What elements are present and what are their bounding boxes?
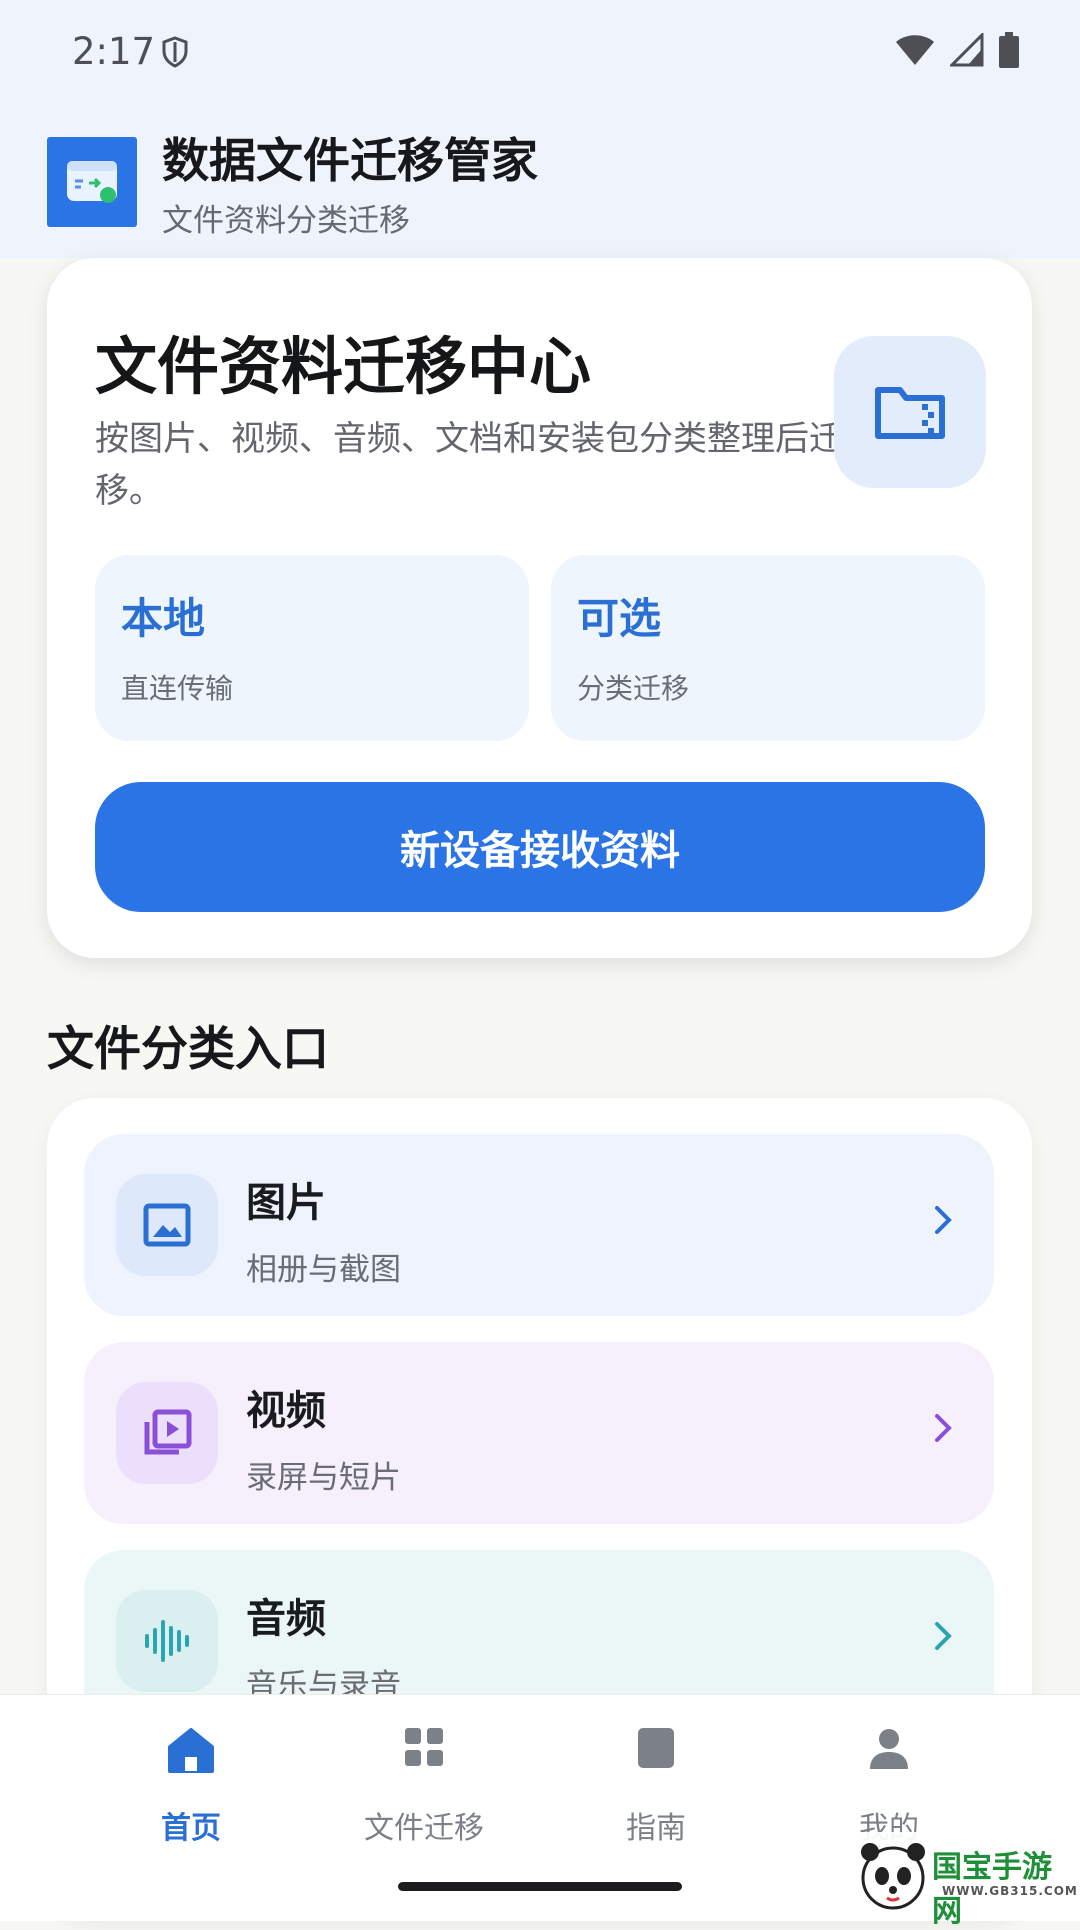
nav-item-file-transfer[interactable]: 文件迁移: [324, 1695, 524, 1855]
stat-label: 直连传输: [121, 672, 234, 705]
grid-icon: [404, 1727, 444, 1771]
receive-data-button[interactable]: 新设备接收资料: [95, 782, 985, 912]
nav-item-home[interactable]: 首页: [91, 1695, 291, 1855]
stat-value: 本地: [121, 594, 206, 643]
watermark: 国宝手游网 WWW.GB315.COM: [832, 1832, 1080, 1929]
panda-logo-icon: [856, 1838, 930, 1916]
nav-label: 指南: [626, 1811, 686, 1846]
category-name: 视频: [246, 1388, 326, 1434]
battery-icon: [998, 32, 1020, 72]
status-time: 2:17: [72, 30, 156, 73]
nav-item-profile[interactable]: 我的: [789, 1695, 989, 1855]
category-item-videos[interactable]: 视频 录屏与短片: [84, 1342, 994, 1524]
app-subtitle: 文件资料分类迁移: [162, 203, 410, 239]
nav-label: 首页: [161, 1811, 221, 1846]
status-bar: 2:17: [0, 0, 1080, 100]
stat-label: 分类迁移: [577, 672, 690, 705]
audio-wave-icon: [116, 1590, 218, 1692]
category-name: 音频: [246, 1596, 326, 1642]
stat-value: 可选: [577, 594, 662, 643]
home-indicator: [398, 1882, 682, 1891]
category-desc: 录屏与短片: [246, 1460, 401, 1496]
hero-description: 按图片、视频、音频、文档和安装包分类整理后迁移。: [95, 419, 843, 511]
app-title: 数据文件迁移管家: [162, 134, 538, 189]
image-icon: [116, 1174, 218, 1276]
section-title: 文件分类入口: [47, 1022, 329, 1077]
category-name: 图片: [246, 1180, 326, 1226]
shield-icon: [162, 36, 188, 72]
app-logo-icon: [47, 137, 137, 227]
chevron-right-icon: [932, 1408, 954, 1452]
home-icon: [166, 1727, 216, 1779]
category-item-images[interactable]: 图片 相册与截图: [84, 1134, 994, 1316]
wifi-icon: [894, 33, 936, 71]
chevron-right-icon: [932, 1200, 954, 1244]
video-library-icon: [116, 1382, 218, 1484]
folder-zip-icon: [834, 336, 986, 488]
stat-local: 本地 直连传输: [95, 555, 529, 741]
hero-title: 文件资料迁移中心: [95, 330, 592, 403]
nav-item-guide[interactable]: 指南: [556, 1695, 756, 1855]
category-desc: 相册与截图: [246, 1252, 401, 1288]
nav-label: 文件迁移: [364, 1811, 484, 1846]
book-icon: [637, 1727, 675, 1773]
watermark-url: WWW.GB315.COM: [942, 1884, 1078, 1898]
status-icons: [894, 31, 1020, 72]
person-icon: [868, 1727, 910, 1775]
chevron-right-icon: [932, 1616, 954, 1660]
hero-card: 文件资料迁移中心 按图片、视频、音频、文档和安装包分类整理后迁移。 本地 直连传…: [47, 258, 1032, 958]
stat-optional: 可选 分类迁移: [551, 555, 985, 741]
signal-icon: [948, 31, 984, 71]
